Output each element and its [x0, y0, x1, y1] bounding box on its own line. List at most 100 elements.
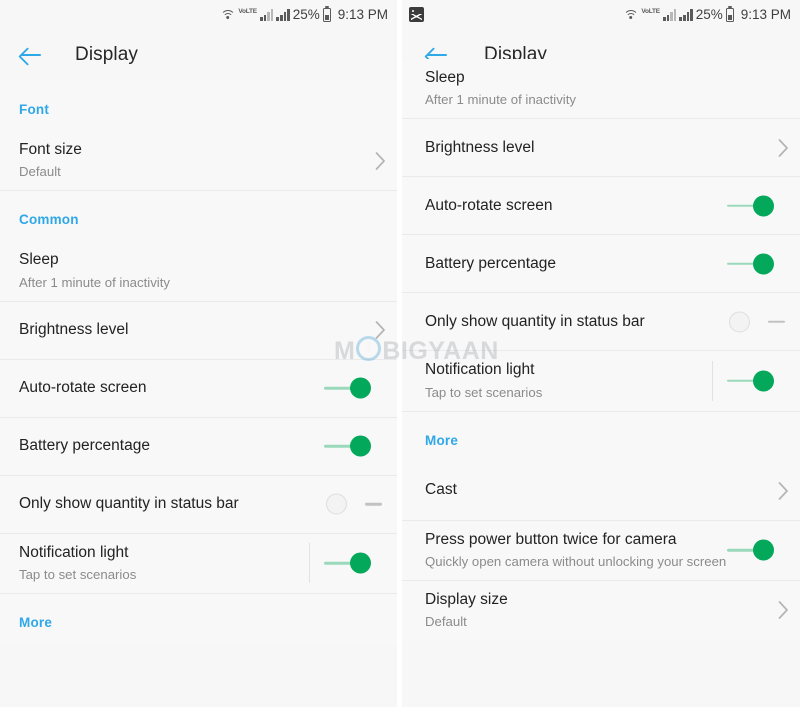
row-texts: Brightness level — [19, 320, 363, 340]
signal-bars-icon-sim1 — [259, 9, 274, 21]
settings-list-right: Sleep After 1 minute of inactivity Brigh… — [402, 59, 800, 641]
volte-label: VoLTE — [641, 8, 660, 16]
toggle-switch-on[interactable] — [324, 433, 384, 459]
row-texts: Battery percentage — [19, 436, 324, 456]
row-title: Cast — [425, 481, 457, 499]
settings-row-brightness-level[interactable]: Brightness level — [0, 300, 397, 359]
row-title: Only show quantity in status bar — [425, 312, 645, 330]
row-texts: Auto-rotate screen — [425, 196, 727, 216]
app-bar-left: Display — [0, 29, 397, 81]
toggle-switch-on[interactable] — [324, 375, 384, 401]
row-texts: Sleep After 1 minute of inactivity — [19, 250, 397, 291]
section-header-more: More — [402, 410, 800, 462]
row-title: Font size — [19, 141, 82, 158]
toggle-switch-on[interactable] — [727, 251, 787, 277]
toggle-knob — [753, 253, 774, 275]
settings-row-auto-rotate-screen[interactable]: Auto-rotate screen — [402, 176, 800, 235]
page-title: Display — [75, 44, 138, 65]
row-texts: Auto-rotate screen — [19, 378, 324, 398]
toggle-switch-on[interactable] — [324, 550, 384, 576]
left-phone-screen: VoLTE 25% 9:13 PM Display Font Font size… — [0, 0, 397, 707]
row-texts: Notification light Tap to set scenarios — [425, 360, 712, 401]
settings-row-sleep[interactable]: Sleep After 1 minute of inactivity — [0, 241, 397, 301]
row-subtitle: Tap to set scenarios — [19, 566, 137, 582]
toggle-switch-off[interactable] — [324, 491, 384, 517]
signal-bars-icon-sim2 — [276, 9, 290, 21]
status-bar-right: VoLTE 25% 9:13 PM — [402, 0, 800, 29]
settings-row-only-show-quantity[interactable]: Only show quantity in status bar — [402, 292, 800, 351]
section-header-more: More — [0, 592, 397, 644]
chevron-right-icon — [363, 321, 397, 339]
settings-row-cast[interactable]: Cast — [402, 461, 800, 520]
toggle-knob — [753, 370, 774, 392]
row-texts: Cast — [425, 480, 766, 500]
settings-row-battery-percentage[interactable]: Battery percentage — [0, 416, 397, 475]
section-header-font: Font — [19, 102, 50, 117]
chevron-right-icon — [766, 481, 800, 500]
settings-row-battery-percentage[interactable]: Battery percentage — [402, 234, 800, 293]
battery-percentage-label: 25% — [695, 6, 723, 22]
settings-row-notification-light[interactable]: Notification light Tap to set scenarios — [402, 350, 800, 411]
settings-row-brightness-level[interactable]: Brightness level — [402, 118, 800, 177]
screenshot-stage: VoLTE 25% 9:13 PM Display Font Font size… — [0, 0, 800, 707]
row-title: Display size — [425, 590, 508, 608]
toggle-track — [365, 502, 382, 506]
battery-percentage-label: 25% — [292, 6, 320, 22]
chevron-right-icon — [766, 138, 800, 157]
row-title: Brightness level — [425, 138, 535, 156]
screenshot-image-icon — [409, 7, 424, 22]
volte-label: VoLTE — [238, 8, 257, 16]
row-texts: Battery percentage — [425, 254, 727, 274]
row-texts: Sleep After 1 minute of inactivity — [425, 68, 800, 109]
toggle-knob — [350, 552, 371, 574]
row-subtitle: After 1 minute of inactivity — [425, 92, 576, 108]
status-bar-left: VoLTE 25% 9:13 PM — [0, 0, 397, 29]
toggle-knob — [350, 377, 371, 399]
wifi-icon — [623, 9, 639, 21]
section-header-common: Common — [0, 190, 397, 241]
settings-row-sleep[interactable]: Sleep After 1 minute of inactivity — [402, 59, 800, 119]
row-texts: Press power button twice for camera Quic… — [425, 530, 727, 571]
settings-row-power-button-camera[interactable]: Press power button twice for camera Quic… — [402, 519, 800, 580]
row-title: Sleep — [425, 69, 465, 86]
settings-row-notification-light[interactable]: Notification light Tap to set scenarios — [0, 532, 397, 593]
row-texts: Only show quantity in status bar — [19, 494, 324, 514]
row-title: Battery percentage — [425, 254, 556, 272]
row-subtitle: Default — [425, 614, 467, 630]
toggle-switch-on[interactable] — [727, 537, 787, 563]
battery-icon — [725, 7, 734, 22]
clock-label: 9:13 PM — [740, 6, 791, 22]
settings-list-left: Font Font size Default Common Sleep Afte… — [0, 81, 397, 644]
row-title: Sleep — [19, 251, 59, 269]
signal-bars-icon-sim2 — [679, 9, 693, 21]
status-bar-notifications-left — [0, 0, 7, 29]
row-title: Battery percentage — [19, 436, 150, 454]
battery-icon — [322, 7, 331, 22]
row-title: Only show quantity in status bar — [19, 494, 239, 512]
row-texts: Brightness level — [425, 138, 766, 158]
toggle-switch-on[interactable] — [727, 368, 787, 394]
clock-label: 9:13 PM — [337, 6, 388, 22]
row-title: Notification light — [425, 361, 535, 379]
row-subtitle: Tap to set scenarios — [425, 384, 543, 400]
chevron-right-icon — [363, 151, 397, 170]
settings-row-auto-rotate-screen[interactable]: Auto-rotate screen — [0, 358, 397, 417]
status-bar-indicators-left: VoLTE 25% 9:13 PM — [220, 0, 397, 29]
wifi-icon — [220, 9, 236, 21]
settings-row-display-size[interactable]: Display size Default — [402, 579, 800, 641]
chevron-right-icon — [766, 601, 800, 620]
settings-row-only-show-quantity[interactable]: Only show quantity in status bar — [0, 474, 397, 533]
signal-bars-icon-sim1 — [662, 9, 677, 21]
row-subtitle: Default — [19, 164, 61, 180]
row-vertical-divider — [712, 360, 713, 401]
row-title: Press power button twice for camera — [425, 530, 677, 548]
toggle-switch-on[interactable] — [727, 193, 787, 219]
settings-row-font-size[interactable]: Font size Default — [0, 131, 397, 191]
row-title: Brightness level — [19, 320, 129, 338]
row-texts: Only show quantity in status bar — [425, 312, 727, 332]
back-arrow-icon[interactable] — [18, 42, 44, 68]
row-title: Notification light — [19, 543, 129, 561]
row-subtitle: After 1 minute of inactivity — [19, 274, 170, 290]
toggle-switch-off[interactable] — [727, 309, 787, 335]
status-bar-notifications-right — [402, 0, 424, 29]
